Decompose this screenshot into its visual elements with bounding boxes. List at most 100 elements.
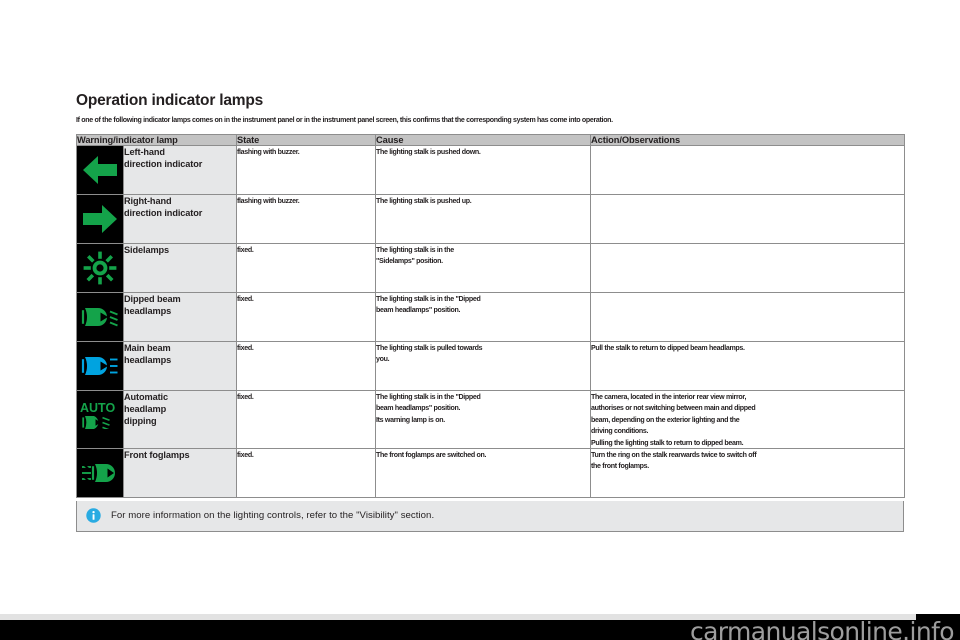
indicator-icon-cell (76, 291, 124, 342)
action-cell-line: Pull the stalk to return to dipped beam … (591, 342, 745, 352)
dipped-beam-icon (77, 293, 123, 341)
lamp-name-cell: Left-hand direction indicator (122, 144, 238, 195)
table-row: Left-hand direction indicator flashing wit… (76, 144, 906, 195)
auto-headlamp-dipping-icon: AUTO (77, 391, 123, 439)
watermark-bar: carmanualsonline.info (0, 614, 960, 640)
lamp-name-cell: Main beam headlamps (122, 340, 238, 391)
cause-cell-line: The front foglamps are switched on. (376, 449, 487, 459)
state-cell: fixed. (236, 447, 377, 498)
lamp-name-line: Dipped beam (124, 293, 181, 304)
table-row: Front foglamps fixed. The front foglamps a… (76, 447, 906, 498)
indicator-icon-cell (76, 447, 124, 498)
lamp-name-line: direction indicator (124, 208, 203, 219)
action-cell (590, 193, 906, 244)
cause-cell-line: Its warning lamp is on. (376, 414, 445, 424)
action-cell-line: beam, depending on the exterior lighting… (591, 414, 740, 424)
state-cell: flashing with buzzer. (236, 193, 377, 244)
lamp-name-line: dipping (124, 416, 157, 427)
manual-page: Operation indicator lamps If one of the … (0, 0, 960, 640)
lamp-name-line: headlamps (124, 306, 172, 317)
main-beam-icon (77, 342, 123, 390)
cause-cell-line: The lighting stalk is pushed down. (376, 146, 481, 156)
cause-cell: The lighting stalk is pulled towards you. (375, 340, 592, 391)
lamp-name-cell: Sidelamps (122, 242, 238, 293)
cause-cell-line: you. (376, 354, 390, 364)
watermark-text: carmanualsonline.info (689, 617, 955, 640)
action-cell-line: authorises or not switching between main… (591, 403, 756, 413)
sidelamps-icon (77, 244, 123, 292)
lamp-name-line: direction indicator (124, 159, 203, 170)
cause-cell: The lighting stalk is pushed up. (375, 193, 592, 244)
action-cell-line: driving conditions. (591, 426, 649, 436)
action-cell (590, 291, 906, 342)
svg-text:AUTO: AUTO (80, 401, 115, 415)
page-title: Operation indicator lamps (76, 92, 264, 109)
indicator-icon-cell (76, 242, 124, 293)
state-cell-line: fixed. (237, 342, 254, 352)
action-cell: The camera, located in the interior rear… (590, 389, 906, 449)
state-cell: fixed. (236, 242, 377, 293)
lamp-name-cell: Automatic headlamp dipping (122, 389, 238, 449)
table-row: Right-hand direction indicator flashing wi… (76, 193, 906, 244)
cause-cell-line: The lighting stalk is in the (376, 244, 454, 254)
cause-cell-line: The lighting stalk is pulled towards (376, 342, 483, 352)
action-cell-line: Turn the ring on the stalk rearwards twi… (591, 449, 757, 459)
lamp-name-line: Front foglamps (124, 449, 190, 460)
lamp-name-line: Automatic (124, 391, 169, 402)
table-row: AUTO Automatic headlamp dipping fixed. The li… (76, 389, 906, 449)
table-row: Main beam headlamps fixed. The lighting sta… (76, 340, 906, 391)
state-cell: fixed. (236, 291, 377, 342)
state-cell: fixed. (236, 389, 377, 449)
cause-cell-line: beam headlamps" position. (376, 403, 461, 413)
lamp-name-line: Sidelamps (124, 244, 170, 255)
action-cell-line: the front foglamps. (591, 461, 649, 471)
indicator-icon-cell (76, 144, 124, 195)
table-header-row: Warning/indicator lamp State Cause Actio… (75, 133, 906, 146)
column-header-lamp: Warning/indicator lamp (75, 133, 238, 146)
lamp-name-cell: Right-hand direction indicator (122, 193, 238, 244)
lamp-name-cell: Dipped beam headlamps (122, 291, 238, 342)
action-cell (590, 144, 906, 195)
cause-cell-line: The lighting stalk is in the "Dipped (376, 293, 481, 303)
action-cell: Pull the stalk to return to dipped beam … (590, 340, 906, 391)
info-note-text: For more information on the lighting con… (111, 510, 435, 522)
state-cell-line: fixed. (237, 391, 254, 401)
table-row: Sidelamps fixed. The lighting stalk is in … (76, 242, 906, 293)
cause-cell-line: The lighting stalk is pushed up. (376, 195, 472, 205)
column-header-cause: Cause (375, 133, 592, 146)
lamp-name-line: Main beam (124, 342, 171, 353)
lamp-name-line: headlamps (124, 355, 172, 366)
state-cell-line: fixed. (237, 449, 254, 459)
cause-cell: The lighting stalk is pushed down. (375, 144, 592, 195)
action-cell: Turn the ring on the stalk rearwards twi… (590, 447, 906, 498)
info-note-bar: For more information on the lighting con… (76, 500, 904, 532)
table-row: Dipped beam headlamps fixed. The lighting s… (76, 291, 906, 342)
state-cell-line: fixed. (237, 293, 254, 303)
state-cell-line: flashing with buzzer. (237, 146, 300, 156)
indicator-icon-cell: AUTO (76, 389, 124, 449)
lamp-name-line: Left-hand (124, 146, 165, 157)
state-cell: fixed. (236, 340, 377, 391)
cause-cell-line: "Sidelamps" position. (376, 256, 443, 266)
page-content: Operation indicator lamps If one of the … (75, 92, 906, 532)
cause-cell: The lighting stalk is in the "Dipped beam… (375, 389, 592, 449)
indicator-icon-cell (76, 340, 124, 391)
cause-cell-line: The lighting stalk is in the "Dipped (376, 391, 481, 401)
lamp-name-line: Right-hand (124, 195, 172, 206)
left-arrow-icon (77, 146, 123, 194)
right-arrow-icon (77, 195, 123, 243)
front-foglamps-icon (77, 449, 123, 497)
section-intro: If one of the following indicator lamps … (76, 115, 613, 125)
column-header-state: State (236, 133, 377, 146)
lamp-name-line: headlamp (124, 404, 167, 415)
state-cell-line: flashing with buzzer. (237, 195, 300, 205)
indicator-icon-cell (76, 193, 124, 244)
info-icon (86, 508, 101, 524)
lamp-name-cell: Front foglamps (122, 447, 238, 498)
column-header-action: Action/Observations (590, 133, 906, 146)
cause-cell: The lighting stalk is in the "Dipped beam… (375, 291, 592, 342)
state-cell: flashing with buzzer. (236, 144, 377, 195)
table-body: Left-hand direction indicator flashing wit… (76, 144, 906, 498)
state-cell-line: fixed. (237, 244, 254, 254)
cause-cell: The front foglamps are switched on. (375, 447, 592, 498)
